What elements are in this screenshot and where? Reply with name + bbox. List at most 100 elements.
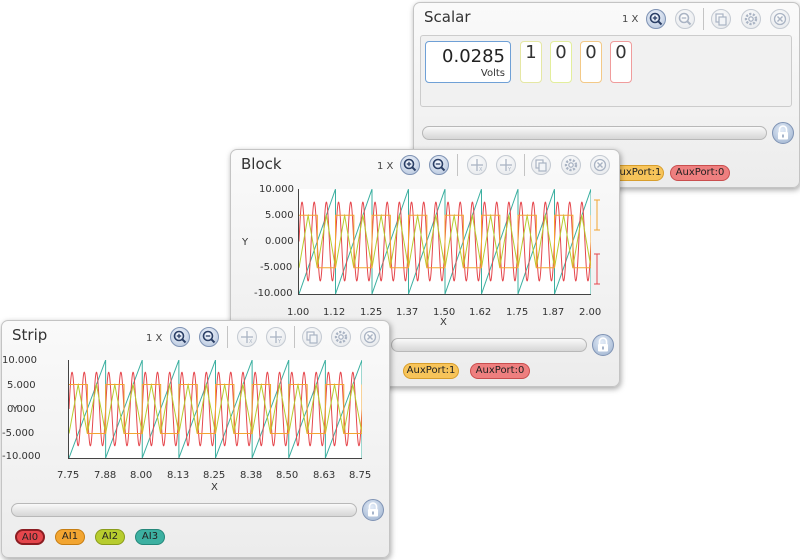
svg-text:Y: Y [507,167,512,173]
chip-auxport-0[interactable]: AuxPort:0 [470,363,530,379]
digit-box-ai1: 0 [550,41,572,83]
close-icon [593,158,607,172]
cursor-y-button[interactable]: Y [266,327,286,347]
block-chart-plot [299,189,591,294]
x-tick-label: 7.75 [57,470,80,481]
close-button[interactable] [360,327,380,347]
zoom-factor: 1 X [622,14,639,25]
cursor-x-button[interactable]: X [237,327,257,347]
chip-ai0[interactable]: AI0 [15,529,45,545]
svg-text:X: X [249,339,253,345]
x-axis-label: X [211,482,218,493]
digit-box-ai3: 0 [610,41,632,83]
zoom-out-button[interactable] [675,9,695,29]
x-tick-label: 8.50 [276,470,299,481]
zoom-in-icon [649,12,663,26]
scalar-value-box: 0.0285 Volts [425,41,511,83]
lock-button[interactable] [772,122,794,144]
x-tick-label: 1.62 [469,307,492,318]
gear-icon [744,12,758,26]
gear-icon [564,158,578,172]
panel-title: Block [241,155,282,173]
x-tick-label: 1.75 [506,307,529,318]
strip-panel: Strip 1 X X Y 10.000 5.000 0.000 -5.000 … [1,320,390,558]
y-tick-label: -10.000 [2,451,41,462]
y-axis-label: Y [242,237,249,248]
zoom-in-icon [173,330,187,344]
lock-button[interactable] [362,499,384,521]
x-tick-label: 8.13 [167,470,190,481]
y-tick-label: 5.000 [265,210,294,221]
cursor-y-icon: Y [500,159,512,173]
copy-button[interactable] [531,155,551,175]
lock-icon [598,337,608,352]
x-tick-label: 8.63 [313,470,336,481]
range-cursor-markers [594,199,600,285]
toolbar-separator [294,326,295,348]
zoom-in-button[interactable] [400,155,420,175]
y-tick-label: 0.000 [265,236,294,247]
zoom-factor: 1 X [146,333,163,344]
x-tick-label: 1.12 [323,307,346,318]
zoom-out-button[interactable] [199,327,219,347]
settings-button[interactable] [741,9,761,29]
chip-ai3[interactable]: AI3 [135,529,165,545]
copy-icon [306,331,318,344]
chip-ai2[interactable]: AI2 [95,529,125,545]
y-axis-label: Y [12,404,19,415]
zoom-out-icon [432,158,446,172]
strip-chart [68,360,362,459]
cursor-y-button[interactable]: Y [496,155,516,175]
panel-title: Scalar [424,8,471,26]
x-tick-label: 7.88 [94,470,117,481]
x-tick-label: 1.87 [542,307,565,318]
x-axis-label: X [440,317,447,328]
zoom-in-button[interactable] [646,9,666,29]
x-tick-label: 8.00 [130,470,153,481]
x-tick-label: 2.00 [579,307,602,318]
zoom-out-icon [678,12,692,26]
copy-icon [715,13,727,26]
close-icon [773,12,787,26]
scalar-unit: Volts [480,68,505,79]
y-tick-label: -10.000 [254,288,293,299]
scroll-slider[interactable] [391,338,587,352]
copy-icon [535,159,547,172]
svg-text:X: X [479,167,483,173]
x-tick-label: 1.00 [287,307,310,318]
y-tick-label: 10.000 [2,355,37,366]
lock-button[interactable] [592,334,614,356]
y-tick-label: -5.000 [260,262,293,273]
x-tick-label: 1.25 [360,307,383,318]
zoom-in-button[interactable] [170,327,190,347]
panel-title: Strip [12,326,48,344]
close-button[interactable] [770,9,790,29]
chip-ai1[interactable]: AI1 [55,529,85,545]
settings-button[interactable] [331,327,351,347]
x-tick-label: 1.37 [396,307,419,318]
y-tick-label: -5.000 [2,428,35,439]
settings-button[interactable] [561,155,581,175]
cursor-x-icon: X [241,331,253,345]
y-tick-label: 5.000 [7,380,36,391]
copy-button[interactable] [711,9,731,29]
close-icon [363,330,377,344]
close-button[interactable] [590,155,610,175]
digit-box-ai0: 1 [520,41,542,83]
toolbar-separator [227,326,228,348]
x-tick-label: 8.38 [240,470,263,481]
chip-auxport-0[interactable]: AuxPort:0 [670,165,730,181]
lock-icon [778,125,788,140]
cursor-x-button[interactable]: X [467,155,487,175]
scroll-slider[interactable] [422,126,767,140]
cursor-y-icon: Y [270,331,282,345]
zoom-in-icon [403,158,417,172]
zoom-out-button[interactable] [429,155,449,175]
x-tick-label: 8.75 [349,470,372,481]
copy-button[interactable] [302,327,322,347]
x-tick-label: 8.25 [203,470,226,481]
y-tick-label: 10.000 [259,184,294,195]
zoom-factor: 1 X [377,161,394,172]
scroll-slider[interactable] [11,503,357,517]
chip-auxport-1[interactable]: AuxPort:1 [403,363,459,379]
